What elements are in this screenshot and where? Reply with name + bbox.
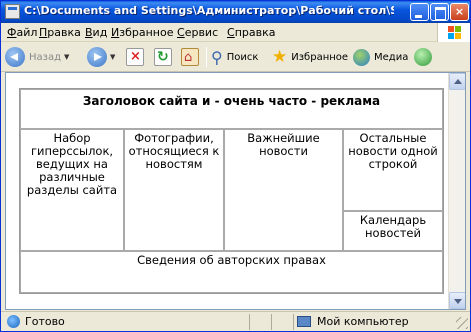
status-divider — [293, 314, 294, 330]
menu-edit[interactable]: Правка — [39, 26, 81, 39]
vertical-scrollbar[interactable] — [448, 73, 465, 309]
maximize-button[interactable] — [430, 3, 449, 21]
browser-window: C:\Documents and Settings\Администратор\… — [0, 0, 471, 332]
ie-window-icon[interactable] — [5, 4, 20, 19]
search-icon: ⚲ — [211, 47, 223, 67]
refresh-icon: ↻ — [154, 48, 172, 66]
search-label: Поиск — [226, 51, 259, 63]
main-news-cell: Важнейшие новости — [224, 129, 343, 251]
status-divider — [271, 314, 272, 330]
close-button[interactable]: × — [450, 3, 469, 21]
menu-favorites[interactable]: Избранное — [111, 26, 173, 39]
home-icon: ⌂ — [181, 48, 199, 66]
page-status-icon — [7, 315, 20, 328]
page-viewport[interactable]: Заголовок сайта и - очень часто - реклам… — [5, 72, 466, 310]
chevron-down-icon[interactable]: ▼ — [110, 53, 115, 61]
forward-arrow-icon — [87, 47, 107, 67]
other-news-cell: Остальные новости одной строкой — [343, 129, 443, 211]
menu-file[interactable]: Файл — [7, 26, 37, 39]
back-label: Назад — [29, 51, 62, 63]
home-button[interactable]: ⌂ — [181, 46, 199, 68]
forward-button[interactable]: ▼ — [87, 46, 115, 68]
layout-table: Заголовок сайта и - очень часто - реклам… — [19, 88, 444, 294]
media-button[interactable]: Медиа — [353, 46, 408, 68]
toolbar-separator — [206, 47, 207, 67]
stop-icon: × — [126, 48, 144, 66]
windows-logo — [437, 23, 470, 42]
resize-grip[interactable] — [456, 317, 468, 329]
menu-view[interactable]: Вид — [85, 26, 107, 39]
search-button[interactable]: ⚲ Поиск — [211, 46, 258, 68]
history-button[interactable] — [414, 46, 432, 68]
menu-tools[interactable]: Сервис — [177, 26, 218, 39]
window-title: C:\Documents and Settings\Администратор\… — [24, 4, 394, 17]
status-text: Готово — [25, 315, 65, 328]
stop-button[interactable]: × — [126, 46, 144, 68]
scroll-up-button[interactable] — [449, 73, 465, 90]
photos-cell: Фотографии, относящиеся к новостям — [124, 129, 224, 251]
nav-links-cell: Набор гиперссылок, ведущих на различные … — [20, 129, 124, 251]
chevron-down-icon[interactable]: ▼ — [64, 53, 69, 61]
menu-bar: Файл Правка Вид Избранное Сервис Справка — [1, 23, 470, 42]
minimize-button[interactable] — [410, 3, 429, 21]
toolbar: Назад ▼ ▼ × ↻ ⌂ ⚲ Поиск ★ Избранное Меди… — [1, 42, 470, 72]
favorites-label: Избранное — [291, 51, 349, 63]
history-icon — [414, 48, 432, 66]
media-icon — [353, 48, 370, 66]
title-bar[interactable]: C:\Documents and Settings\Администратор\… — [1, 1, 470, 23]
media-label: Медиа — [374, 51, 409, 63]
back-arrow-icon — [5, 47, 25, 67]
scroll-down-button[interactable] — [449, 292, 465, 309]
calendar-cell: Календарь новостей — [343, 211, 443, 251]
windows-flag-icon — [448, 26, 461, 39]
copyright-cell: Сведения об авторских правах — [20, 251, 443, 293]
favorites-button[interactable]: ★ Избранное — [272, 46, 348, 68]
status-divider — [249, 314, 250, 330]
star-icon: ★ — [272, 47, 288, 67]
refresh-button[interactable]: ↻ — [154, 46, 172, 68]
status-bar: Готово Мой компьютер — [1, 311, 470, 331]
site-header-cell: Заголовок сайта и - очень часто - реклам… — [20, 89, 443, 129]
back-button[interactable]: Назад ▼ — [5, 46, 69, 68]
menu-help[interactable]: Справка — [227, 26, 275, 39]
zone-text: Мой компьютер — [317, 315, 409, 328]
my-computer-icon — [297, 316, 311, 327]
